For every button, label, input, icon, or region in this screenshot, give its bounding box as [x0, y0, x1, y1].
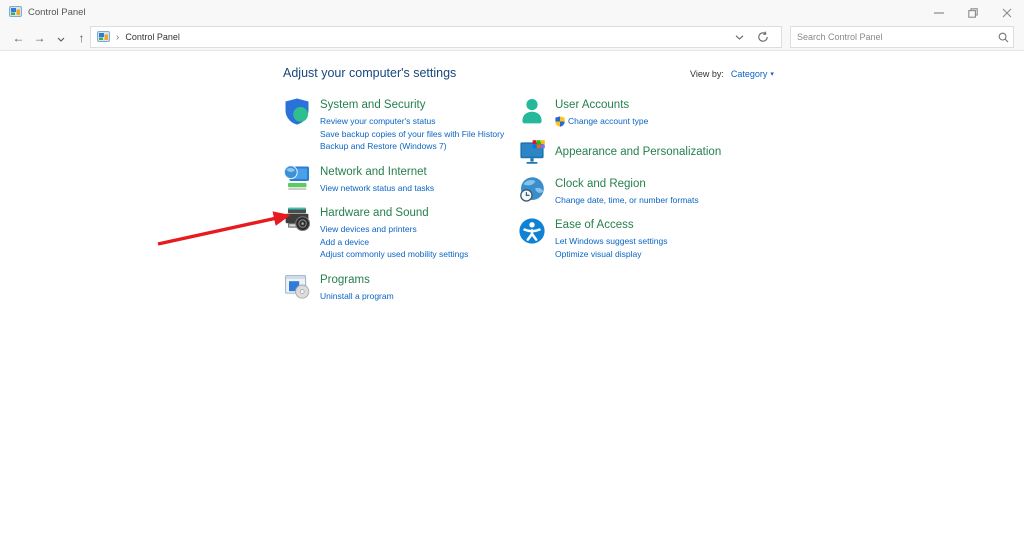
task-link[interactable]: Optimize visual display: [555, 248, 667, 261]
category-column-left: System and Security Review your computer…: [283, 97, 518, 313]
task-link[interactable]: Add a device: [320, 236, 468, 249]
task-link[interactable]: Let Windows suggest settings: [555, 235, 667, 248]
category-title[interactable]: Appearance and Personalization: [555, 145, 721, 160]
minimize-button[interactable]: [922, 0, 956, 25]
back-button[interactable]: ←: [8, 28, 29, 48]
task-link[interactable]: Backup and Restore (Windows 7): [320, 140, 504, 153]
category-ease-of-access: Ease of Access Let Windows suggest setti…: [518, 217, 818, 260]
category-appearance-and-personalization: Appearance and Personalization: [518, 139, 818, 167]
restore-icon: [968, 8, 978, 18]
category-title[interactable]: System and Security: [320, 98, 504, 113]
task-link[interactable]: Adjust commonly used mobility settings: [320, 248, 468, 261]
appearance-personalization-icon[interactable]: [518, 139, 546, 167]
control-panel-window: Control Panel ← → ↑: [0, 0, 1024, 548]
recent-pages-button[interactable]: [50, 28, 71, 48]
main-content: Adjust your computer's settings View by:…: [0, 51, 1024, 548]
category-system-and-security: System and Security Review your computer…: [283, 97, 518, 153]
view-by-label: View by:: [690, 69, 724, 79]
refresh-button[interactable]: [751, 27, 775, 47]
up-button[interactable]: ↑: [71, 28, 92, 48]
task-link[interactable]: Change date, time, or number formats: [555, 194, 699, 207]
caret-down-icon: ▾: [770, 70, 774, 78]
search-icon[interactable]: [993, 32, 1013, 43]
window-title: Control Panel: [28, 7, 86, 18]
category-title[interactable]: Ease of Access: [555, 218, 667, 233]
network-monitor-icon[interactable]: [283, 164, 311, 192]
maximize-button[interactable]: [956, 0, 990, 25]
category-title[interactable]: Hardware and Sound: [320, 206, 468, 221]
up-icon: ↑: [79, 31, 85, 45]
category-title[interactable]: Programs: [320, 273, 394, 288]
task-link-with-shield[interactable]: Change account type: [555, 115, 648, 128]
forward-icon: →: [34, 31, 46, 45]
task-link-label: Change account type: [568, 115, 648, 128]
close-button[interactable]: [990, 0, 1024, 25]
task-link[interactable]: View devices and printers: [320, 223, 468, 236]
refresh-icon: [757, 31, 769, 43]
control-panel-icon: [97, 31, 110, 44]
category-programs: Programs Uninstall a program: [283, 272, 518, 303]
window-chrome: Control Panel ← → ↑: [0, 0, 1024, 51]
category-title[interactable]: Clock and Region: [555, 177, 699, 192]
forward-button[interactable]: →: [29, 28, 50, 48]
breadcrumb-item[interactable]: Control Panel: [125, 32, 180, 42]
hardware-and-sound-icon[interactable]: [283, 205, 311, 233]
address-bar-actions: [727, 27, 775, 47]
view-by-value: Category: [731, 69, 768, 79]
close-icon: [1002, 8, 1012, 18]
page-title: Adjust your computer's settings: [283, 66, 456, 80]
task-link[interactable]: Uninstall a program: [320, 290, 394, 303]
breadcrumb-chevron-icon: ›: [116, 32, 119, 43]
category-title[interactable]: User Accounts: [555, 98, 648, 113]
chevron-down-icon: [735, 35, 744, 40]
category-network-and-internet: Network and Internet View network status…: [283, 164, 518, 195]
category-column-right: User Accounts Change account type Appear…: [518, 97, 818, 271]
ease-of-access-icon[interactable]: [518, 217, 546, 245]
control-panel-icon: [9, 4, 22, 22]
address-bar[interactable]: › Control Panel: [90, 26, 782, 48]
search-box: [790, 26, 1014, 48]
window-controls: [922, 0, 1024, 25]
view-by-control: View by: Category ▾: [690, 69, 774, 79]
task-link[interactable]: View network status and tasks: [320, 182, 434, 195]
category-hardware-and-sound: Hardware and Sound View devices and prin…: [283, 205, 518, 261]
uac-shield-icon: [555, 116, 565, 127]
minimize-icon: [934, 8, 944, 18]
clock-region-globe-icon[interactable]: [518, 176, 546, 204]
address-dropdown-button[interactable]: [727, 27, 751, 47]
view-by-dropdown[interactable]: Category ▾: [731, 69, 774, 79]
titlebar: Control Panel: [0, 0, 1024, 25]
task-link[interactable]: Save backup copies of your files with Fi…: [320, 128, 504, 141]
search-input[interactable]: [791, 32, 993, 42]
task-link[interactable]: Review your computer's status: [320, 115, 504, 128]
nav-buttons: ← → ↑: [0, 28, 92, 48]
category-title[interactable]: Network and Internet: [320, 165, 434, 180]
user-accounts-icon[interactable]: [518, 97, 546, 125]
programs-icon[interactable]: [283, 272, 311, 300]
category-user-accounts: User Accounts Change account type: [518, 97, 818, 128]
chevron-down-icon: [57, 37, 65, 42]
back-icon: ←: [13, 31, 25, 45]
system-security-shield-icon[interactable]: [283, 97, 311, 125]
category-clock-and-region: Clock and Region Change date, time, or n…: [518, 176, 818, 207]
